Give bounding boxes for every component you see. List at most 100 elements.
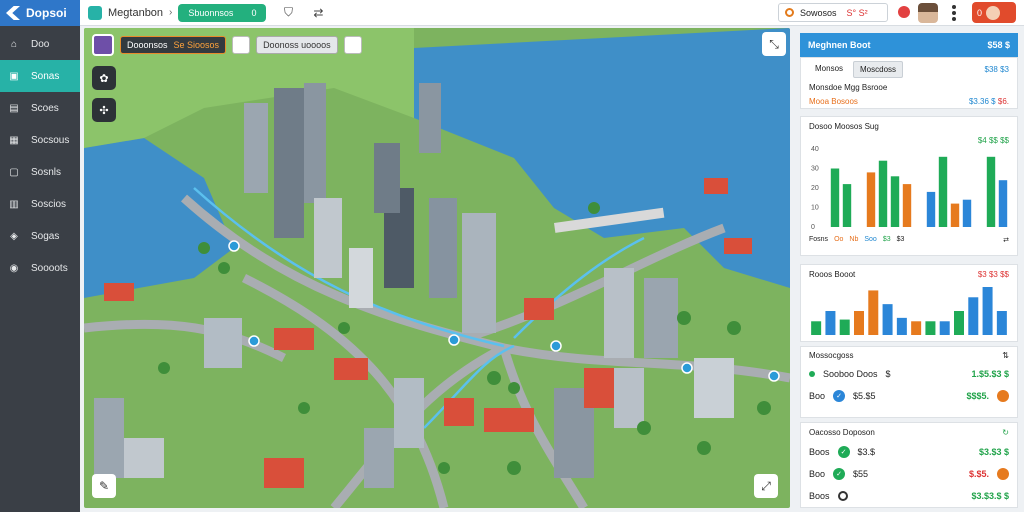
chart-bar[interactable] — [911, 321, 922, 335]
expand-icon[interactable]: ⤢ — [754, 474, 778, 498]
chart-bar[interactable] — [882, 304, 893, 335]
chart-bar[interactable] — [896, 317, 907, 335]
chart-bar[interactable] — [939, 321, 950, 335]
y-tick-label: 20 — [811, 185, 819, 192]
refresh-icon[interactable]: ↻ — [1002, 428, 1009, 437]
chart-bar[interactable] — [925, 321, 936, 335]
list-item[interactable]: Boos ✓ $3.$ $3.$3 $ — [801, 441, 1017, 463]
legend-item: $3 — [882, 236, 891, 243]
list-item[interactable]: Boo ✓ $5.$5 $$$5. — [801, 385, 1017, 407]
sidebar-item-7[interactable]: ◉ Soooots — [0, 252, 80, 284]
chart-bar[interactable] — [938, 156, 948, 227]
list-item[interactable]: Boos $3.$3.$ $ — [801, 485, 1017, 507]
row-sub: $ — [885, 369, 891, 379]
search-input[interactable]: Sowosos — [800, 8, 837, 18]
sidebar-item-label: Sonas — [31, 70, 60, 82]
chart-bar[interactable] — [954, 311, 964, 335]
metrics-card: Mossocgoss ⇅ Sooboo Doos $ 1.$5.$3 $ Boo… — [800, 346, 1018, 418]
tab-monsos[interactable]: Monsos — [809, 61, 849, 78]
grid-icon[interactable] — [343, 36, 362, 54]
map-style-icon[interactable] — [232, 36, 251, 54]
app-logo[interactable]: Dopsoi — [0, 0, 80, 26]
chart-bar[interactable] — [926, 191, 936, 227]
row-value: $3.$3 $ — [978, 447, 1009, 457]
chart-bar[interactable] — [868, 290, 879, 335]
profile-avatar — [986, 5, 1001, 20]
chart-bar[interactable] — [839, 319, 850, 335]
sidebar-item-5[interactable]: ▥ Soscios — [0, 188, 80, 220]
chart-bar[interactable] — [842, 184, 852, 227]
profile-button[interactable]: 0 — [972, 2, 1016, 23]
sidebar-item-3[interactable]: ▦ Socsous — [0, 124, 80, 156]
chart-bar[interactable] — [830, 168, 840, 228]
chart-bar[interactable] — [854, 311, 864, 335]
chart-bar[interactable] — [962, 199, 972, 227]
chart-bar[interactable] — [968, 297, 979, 335]
notification-icon[interactable] — [898, 6, 910, 18]
chart-bar[interactable] — [878, 160, 888, 227]
map-canvas[interactable] — [84, 28, 790, 508]
sidebar-item-2[interactable]: ▤ Scoes — [0, 92, 80, 124]
compass-control-icon[interactable]: ✣ — [92, 98, 116, 122]
chart-bar[interactable] — [825, 311, 836, 335]
alert-icon — [997, 468, 1009, 480]
draw-tool-icon[interactable]: ✎ — [92, 474, 116, 498]
layer-picker-icon[interactable] — [92, 34, 114, 56]
chart-bar[interactable] — [996, 311, 1007, 335]
chart1-value: $4 $$ $$ — [977, 135, 1009, 145]
summary-card: Monsos Moscdoss $38 $3 Monsdoe Mgg Bsroo… — [800, 57, 1018, 109]
panel-title-value: $58 $ — [987, 40, 1010, 50]
top-bar: Megtanbon › Sbuonnsos 0 ⛉ ⇄ Sowosos S° S… — [80, 0, 1024, 26]
filter-chip-accent: Se Sioosos — [173, 40, 220, 50]
chart-bar[interactable] — [811, 321, 822, 335]
chart-bar[interactable] — [998, 180, 1008, 227]
more-icon[interactable] — [952, 5, 956, 21]
avatar[interactable] — [918, 3, 938, 23]
sidebar-item-4[interactable]: ▢ Sosnls — [0, 156, 80, 188]
alert-icon — [997, 390, 1009, 402]
metrics-title: Mossocgoss — [809, 350, 854, 360]
chart-bar[interactable] — [950, 203, 960, 227]
profile-label: 0 — [977, 7, 983, 18]
sidebar-item-1[interactable]: ▣ Sonas — [0, 60, 80, 92]
search-box[interactable]: Sowosos S° S² — [778, 3, 888, 22]
chart-bar[interactable] — [866, 172, 876, 227]
settings-icon[interactable]: ⇅ — [1002, 351, 1009, 360]
primary-action-button[interactable]: Sbuonnsos 0 — [178, 3, 267, 22]
row-label: Sooboo Doos — [823, 369, 878, 379]
sidebar-item-6[interactable]: ◈ Sogas — [0, 220, 80, 252]
row-sub: $5.$5 — [853, 391, 876, 401]
chart-bar[interactable] — [902, 184, 912, 227]
row-sub: $55 — [853, 469, 869, 479]
details-title: Oacosso Doposon — [809, 427, 875, 437]
list-item[interactable]: Sooboo Doos $ 1.$5.$3 $ — [801, 363, 1017, 385]
shield-icon[interactable]: ⛉ — [280, 5, 296, 21]
chart-card-1: Dosoo Moosos Sug $4 $$ $$ 40 30 20 10 0 Fosn… — [800, 116, 1018, 256]
row-value: 1.$5.$3 $ — [971, 369, 1009, 379]
list-item[interactable]: Boo ✓ $55 $.$5. — [801, 463, 1017, 485]
summary-line-1: Monsdoe Mgg Bsrooe — [809, 82, 888, 92]
city-map[interactable]: Dooonsos Se Sioosos Doonoss uoooos ✿ ✣ ⤡… — [84, 28, 790, 508]
chart-bar[interactable] — [986, 156, 996, 227]
legend-item: Soo — [864, 236, 877, 243]
tab-moscdoss[interactable]: Moscdoss — [853, 60, 904, 78]
share-icon[interactable]: ⇄ — [1003, 236, 1009, 244]
check-icon: ✓ — [837, 446, 850, 458]
primary-action-suffix: 0 — [251, 7, 257, 18]
bar-chart-2 — [811, 287, 1007, 335]
grid-icon: ▥ — [9, 198, 19, 210]
brand[interactable]: Megtanbon — [88, 5, 163, 20]
sidebar: Dopsoi ⌂ Doo ▣ Sonas ▤ Scoes ▦ Socsous ▢ Sosnls ▥ S… — [0, 0, 80, 512]
map-toolbar: Dooonsos Se Sioosos Doonoss uoooos — [92, 34, 362, 56]
chart-bar[interactable] — [982, 287, 993, 335]
translate-icon[interactable]: ⇄ — [310, 5, 326, 21]
row-value: $$$5. — [966, 391, 989, 401]
filter-chip[interactable]: Dooonsos Se Sioosos — [120, 36, 227, 54]
sidebar-item-0[interactable]: ⌂ Doo — [0, 28, 80, 60]
view-chip[interactable]: Doonoss uoooos — [256, 36, 338, 54]
search-icon — [785, 8, 794, 17]
chart-bar[interactable] — [890, 176, 900, 227]
fullscreen-icon[interactable]: ⤡ — [762, 32, 786, 56]
layers-control-icon[interactable]: ✿ — [92, 66, 116, 90]
sidebar-item-label: Scoes — [31, 102, 59, 114]
